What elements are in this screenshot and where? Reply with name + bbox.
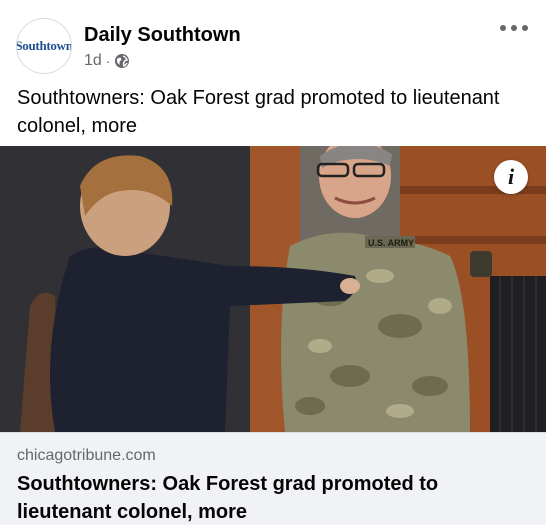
info-button[interactable]: i (494, 160, 528, 194)
meta-separator: · (105, 53, 111, 69)
photo-soldier-and-boy: U.S. ARMY (0, 146, 546, 432)
post-message: Southtowners: Oak Forest grad promoted t… (17, 87, 500, 137)
name-tape-text: U.S. ARMY (368, 238, 414, 248)
feed-post: Southtown Daily Southtown 1d · Southtown… (0, 0, 546, 525)
dot-icon (511, 25, 517, 31)
link-domain: chicagotribune.com (17, 447, 156, 464)
avatar-logo-text: Southtown (16, 38, 72, 53)
link-title[interactable]: Southtowners: Oak Forest grad promoted t… (17, 470, 517, 525)
dot-icon (500, 25, 506, 31)
post-meta: 1d · (84, 52, 130, 70)
page-name-link[interactable]: Daily Southtown (84, 24, 241, 47)
dot-icon (522, 25, 528, 31)
post-timestamp[interactable]: 1d (84, 52, 102, 70)
link-preview-footer[interactable]: chicagotribune.com Southtowners: Oak For… (0, 432, 546, 525)
globe-icon[interactable] (114, 53, 130, 69)
more-options-button[interactable] (500, 18, 528, 38)
page-avatar[interactable]: Southtown (16, 18, 72, 74)
link-preview-image[interactable]: U.S. ARMY i (0, 146, 546, 432)
